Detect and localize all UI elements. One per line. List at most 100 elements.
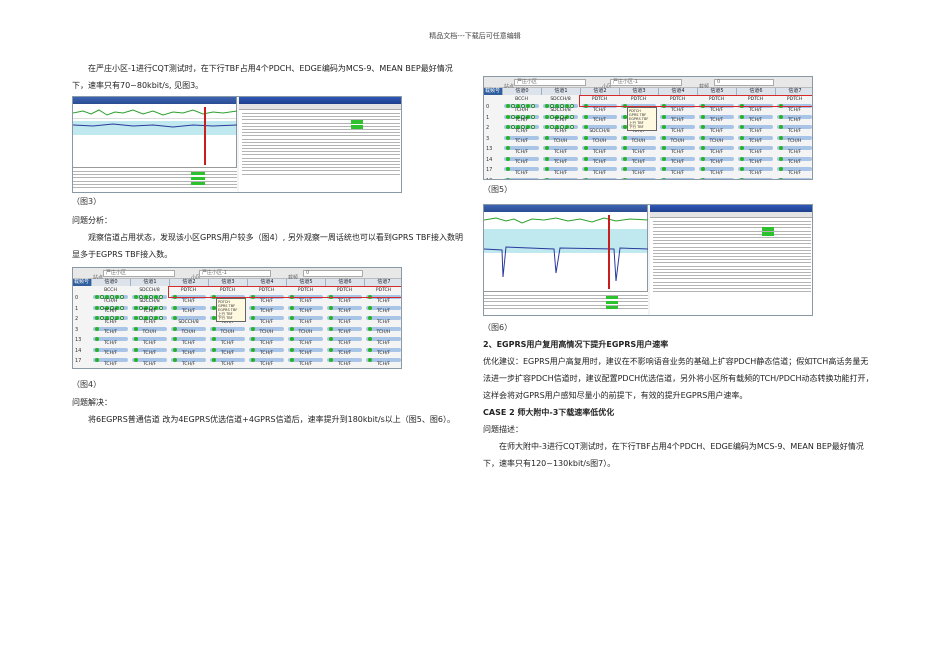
channel-cell[interactable]: TCH/H	[286, 330, 325, 335]
channel-cell[interactable]: TCH/F	[91, 309, 130, 314]
channel-cell[interactable]: TCH/F	[502, 160, 541, 165]
channel-cell[interactable]: TCH/F	[775, 171, 812, 176]
channel-cell[interactable]: TCH/F	[619, 160, 658, 165]
channel-cell[interactable]: TCH/F	[775, 108, 812, 113]
channel-cell[interactable]: TCH/F	[736, 150, 775, 155]
channel-cell[interactable]: TCH/H	[169, 330, 208, 335]
channel-cell[interactable]: TCH/F	[247, 362, 286, 367]
channel-cell[interactable]: TCH/F	[130, 351, 169, 356]
channel-cell[interactable]: TCH/F	[541, 129, 580, 134]
channel-cell[interactable]: TCH/F	[325, 309, 364, 314]
channel-cell[interactable]: TCH/F	[697, 129, 736, 134]
channel-cell[interactable]: TCH/F	[325, 362, 364, 367]
channel-cell[interactable]: TCH/F	[169, 362, 208, 367]
channel-cell[interactable]: TCH/F	[130, 309, 169, 314]
channel-cell[interactable]: TCH/F	[580, 160, 619, 165]
channel-cell[interactable]: TCH/F	[658, 150, 697, 155]
channel-cell[interactable]: TCH/F	[325, 330, 364, 335]
channel-cell[interactable]: TCH/F	[325, 351, 364, 356]
channel-cell[interactable]: BCCH	[502, 97, 541, 102]
channel-cell[interactable]: TCH/F	[130, 341, 169, 346]
channel-cell[interactable]: TCH/F	[736, 160, 775, 165]
channel-cell[interactable]: TCH/F	[286, 362, 325, 367]
channel-cell[interactable]: TCH/F	[736, 129, 775, 134]
channel-cell[interactable]: TCH/F	[286, 309, 325, 314]
channel-cell[interactable]: TCH/H	[619, 139, 658, 144]
channel-cell[interactable]: TCH/F	[502, 139, 541, 144]
channel-cell[interactable]: TCH/F	[247, 341, 286, 346]
channel-cell[interactable]: TCH/H	[580, 139, 619, 144]
channel-cell[interactable]: TCH/F	[247, 299, 286, 304]
channel-cell[interactable]: TCH/F	[697, 108, 736, 113]
channel-cell[interactable]: TCH/F	[580, 171, 619, 176]
channel-cell[interactable]: TCH/F	[697, 118, 736, 123]
channel-cell[interactable]: TCH/F	[325, 299, 364, 304]
channel-cell[interactable]: TCH/F	[91, 320, 130, 325]
channel-cell[interactable]: TCH/H	[658, 139, 697, 144]
channel-cell[interactable]: TCH/F	[541, 160, 580, 165]
channel-cell[interactable]: TCH/H	[697, 139, 736, 144]
channel-cell[interactable]: TCH/H	[247, 330, 286, 335]
channel-cell[interactable]: TCH/F	[364, 299, 401, 304]
channel-cell[interactable]: TCH/F	[169, 309, 208, 314]
channel-cell[interactable]: SDCCH/8	[169, 320, 208, 325]
channel-cell[interactable]: TCH/F	[169, 341, 208, 346]
channel-cell[interactable]: TCH/F	[658, 171, 697, 176]
channel-cell[interactable]: TCH/F	[736, 139, 775, 144]
channel-cell[interactable]: TCH/F	[697, 171, 736, 176]
channel-cell[interactable]: TCH/F	[325, 341, 364, 346]
channel-cell[interactable]: TCH/H	[541, 139, 580, 144]
channel-cell[interactable]: TCH/F	[364, 341, 401, 346]
channel-cell[interactable]: SDCCH/8	[130, 288, 169, 293]
channel-cell[interactable]: TCH/F	[247, 351, 286, 356]
channel-cell[interactable]: TCH/F	[619, 150, 658, 155]
channel-cell[interactable]: TCH/F	[736, 118, 775, 123]
channel-cell[interactable]: TCH/F	[580, 150, 619, 155]
channel-cell[interactable]: TCH/F	[91, 362, 130, 367]
channel-cell[interactable]: TCH/F	[658, 108, 697, 113]
channel-cell[interactable]: TCH/F	[502, 129, 541, 134]
channel-cell[interactable]: TCH/F	[580, 108, 619, 113]
toolbar-select[interactable]: 严庄小区	[514, 79, 586, 86]
channel-cell[interactable]: SDCCH/8	[541, 97, 580, 102]
channel-cell[interactable]: TCH/F	[169, 351, 208, 356]
channel-cell[interactable]: TCH/F	[364, 362, 401, 367]
channel-cell[interactable]: TCH/F	[775, 118, 812, 123]
channel-cell[interactable]: TCH/H	[208, 330, 247, 335]
channel-cell[interactable]: TCH/F	[208, 362, 247, 367]
channel-cell[interactable]: TCH/F	[502, 118, 541, 123]
channel-cell[interactable]: TCH/F	[286, 341, 325, 346]
channel-cell[interactable]: TCH/F	[364, 320, 401, 325]
channel-cell[interactable]: TCH/F	[775, 150, 812, 155]
channel-cell[interactable]: TCH/F	[208, 351, 247, 356]
channel-cell[interactable]: TCH/F	[130, 320, 169, 325]
toolbar-select[interactable]: 0	[714, 79, 774, 86]
toolbar-select[interactable]: 严庄小区-1	[610, 79, 682, 86]
channel-cell[interactable]: TCH/F	[208, 341, 247, 346]
channel-cell[interactable]: BCCH	[91, 288, 130, 293]
channel-cell[interactable]: TCH/H	[775, 139, 812, 144]
channel-cell[interactable]: TCH/F	[169, 299, 208, 304]
channel-cell[interactable]: TCH/F	[736, 108, 775, 113]
channel-cell[interactable]: TCH/F	[286, 320, 325, 325]
channel-cell[interactable]: TCH/F	[541, 118, 580, 123]
channel-cell[interactable]: TCH/F	[502, 171, 541, 176]
channel-cell[interactable]: TCH/F	[247, 320, 286, 325]
channel-cell[interactable]: TCH/F	[736, 171, 775, 176]
channel-cell[interactable]: SDCCH/8	[130, 299, 169, 304]
channel-cell[interactable]: TCH/F	[325, 320, 364, 325]
channel-cell[interactable]: SDCCH/8	[580, 129, 619, 134]
channel-cell[interactable]: TCH/F	[658, 129, 697, 134]
channel-cell[interactable]: TCH/F	[541, 171, 580, 176]
channel-cell[interactable]: TCH/F	[619, 171, 658, 176]
channel-cell[interactable]: TCH/F	[502, 150, 541, 155]
channel-cell[interactable]: SDCCH/8	[541, 108, 580, 113]
channel-cell[interactable]: TCH/H	[91, 299, 130, 304]
toolbar-select[interactable]: 严庄小区-1	[199, 270, 271, 277]
channel-cell[interactable]: TCH/F	[580, 118, 619, 123]
channel-cell[interactable]: TCH/F	[541, 150, 580, 155]
channel-cell[interactable]: TCH/F	[130, 362, 169, 367]
channel-cell[interactable]: TCH/F	[91, 351, 130, 356]
channel-cell[interactable]: TCH/H	[364, 330, 401, 335]
channel-cell[interactable]: TCH/F	[697, 150, 736, 155]
